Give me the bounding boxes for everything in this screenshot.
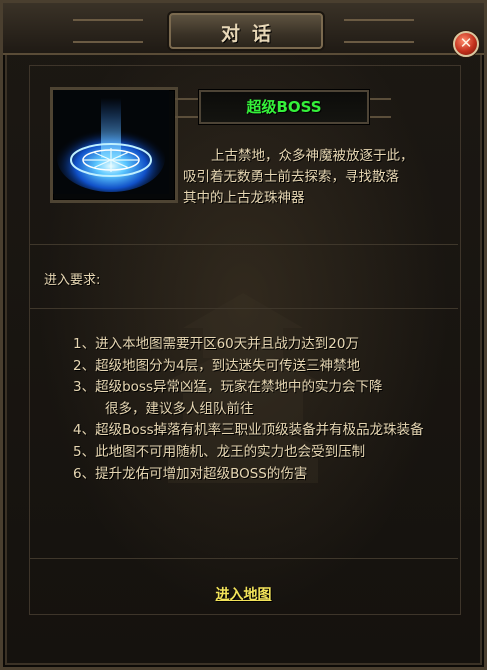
requirement-item: 3、超级boss异常凶猛，玩家在禁地中的实力会下降 (73, 379, 383, 396)
boss-name-plate: 超级BOSS (199, 90, 369, 124)
dialog-window: 对话 ✕ 超级BOSS 上古禁地，众多神魔被放逐于此， 吸引着无数勇士前去探索，… (0, 0, 487, 670)
name-ornament-left (175, 98, 201, 118)
divider (30, 308, 458, 309)
requirement-item: 1、进入本地图需要开区60天并且战力达到20万 (73, 336, 359, 352)
blue-portal-icon (53, 90, 169, 194)
title-bar[interactable]: 对话 (3, 3, 484, 55)
requirement-item: 5、此地图不可用随机、龙王的实力也会受到压制 (73, 443, 366, 460)
title-ornament-right (344, 19, 414, 43)
requirement-item-continuation: 很多，建议多人组队前往 (105, 400, 254, 417)
requirements-label: 进入要求: (44, 273, 101, 288)
requirement-item: 4、超级Boss掉落有机率三职业顶级装备并有极品龙珠装备 (73, 422, 424, 439)
divider (30, 244, 458, 245)
boss-portrait (50, 87, 178, 203)
description-line: 吸引着无数勇士前去探索，寻找散落 (183, 169, 399, 185)
title-plate: 对话 (169, 13, 323, 49)
description-line: 上古禁地，众多神魔被放逐于此， (211, 148, 414, 164)
requirement-item: 6、提升龙佑可增加对超级BOSS的伤害 (73, 465, 308, 482)
boss-name: 超级BOSS (246, 98, 322, 116)
close-button[interactable]: ✕ (453, 31, 479, 57)
divider (30, 558, 458, 559)
requirement-item: 2、超级地图分为4层，到达迷失可传送三神禁地 (73, 357, 361, 374)
title-ornament-left (73, 19, 143, 43)
boss-description: 上古禁地，众多神魔被放逐于此， 吸引着无数勇士前去探索，寻找散落 其中的上古龙珠… (183, 146, 453, 209)
description-line: 其中的上古龙珠神器 (183, 190, 305, 206)
requirements-list: 1、进入本地图需要开区60天并且战力达到20万 2、超级地图分为4层，到达迷失可… (73, 334, 424, 485)
dialog-title: 对话 (220, 23, 283, 45)
enter-map-link[interactable]: 进入地图 (3, 584, 484, 604)
